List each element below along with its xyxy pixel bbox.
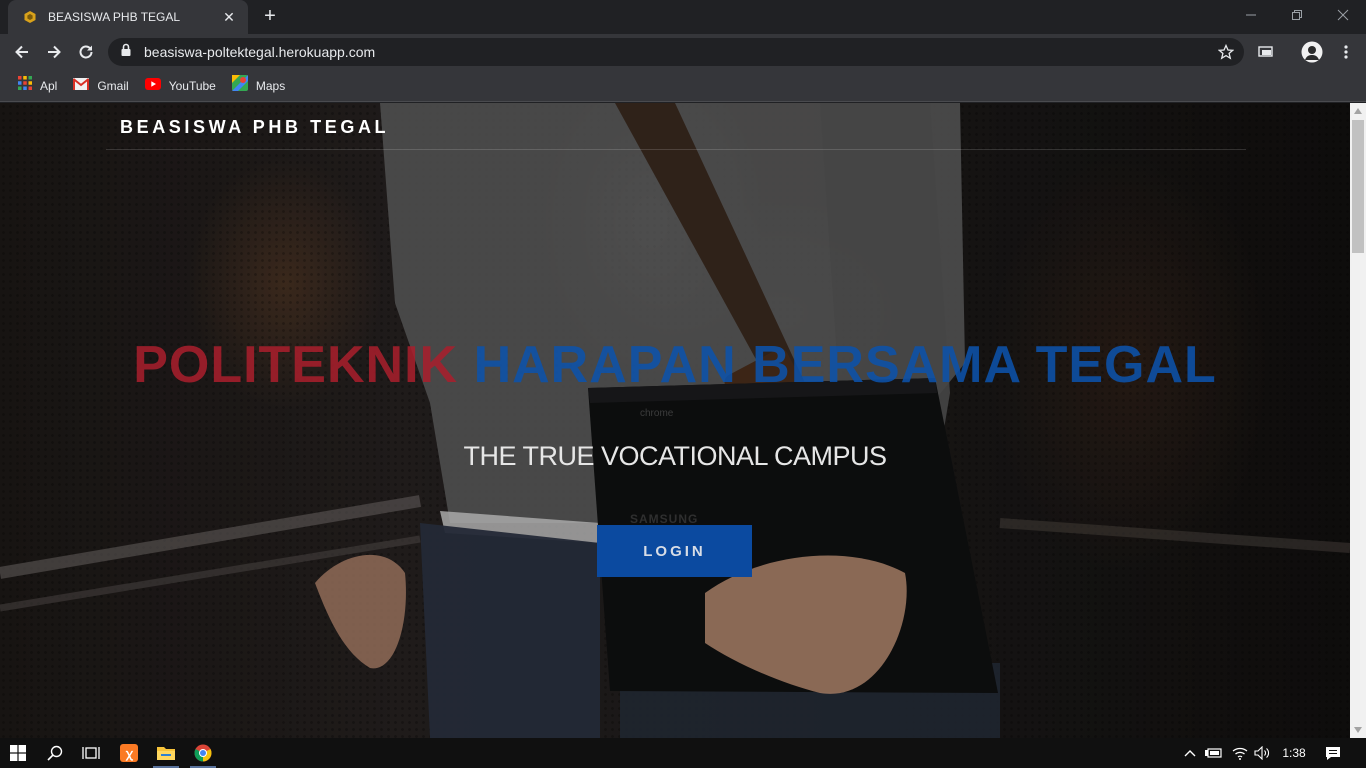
notification-icon[interactable] bbox=[1318, 738, 1348, 768]
chrome-icon[interactable] bbox=[186, 738, 220, 768]
url-text[interactable]: beasiswa-poltektegal.herokuapp.com bbox=[144, 44, 1212, 60]
file-explorer-icon[interactable] bbox=[149, 738, 183, 768]
minimize-icon[interactable] bbox=[1228, 0, 1274, 30]
headline-part-blue: HARAPAN BERSAMA TEGAL bbox=[473, 336, 1217, 394]
browser-tab[interactable]: BEASISWA PHB TEGAL ✕ bbox=[8, 0, 248, 34]
wifi-icon[interactable] bbox=[1229, 738, 1251, 768]
tab-close-icon[interactable]: ✕ bbox=[220, 9, 238, 26]
tab-strip: BEASISWA PHB TEGAL ✕ + bbox=[0, 0, 1366, 34]
hexagon-favicon-icon bbox=[22, 9, 38, 25]
taskbar-clock[interactable]: 1:38 bbox=[1276, 738, 1312, 768]
hero-tagline: THE TRUE VOCATIONAL CAMPUS bbox=[463, 441, 887, 471]
bookmark-label: Apl bbox=[40, 78, 58, 93]
windows-taskbar: ꭓ 1:38 bbox=[0, 738, 1366, 768]
bookmark-gmail[interactable]: Gmail bbox=[67, 74, 134, 98]
back-arrow-icon[interactable] bbox=[8, 38, 36, 66]
header-divider bbox=[106, 149, 1246, 150]
web-page-hero: chrome SAMSUNG BEASISWA PHB TEGAL POLITE… bbox=[0, 103, 1350, 738]
new-tab-plus-icon[interactable]: + bbox=[258, 6, 282, 28]
headline-part-red: POLITEKNIK bbox=[133, 336, 459, 394]
bookmark-label: Maps bbox=[255, 78, 286, 93]
background-overlay bbox=[0, 103, 1350, 738]
apps-grid-icon bbox=[18, 76, 32, 95]
cast-icon[interactable] bbox=[1252, 38, 1280, 66]
chevron-up-icon[interactable] bbox=[1180, 738, 1200, 768]
restore-icon[interactable] bbox=[1274, 0, 1320, 30]
site-brand[interactable]: BEASISWA PHB TEGAL bbox=[120, 117, 389, 138]
address-bar[interactable]: beasiswa-poltektegal.herokuapp.com bbox=[108, 38, 1244, 66]
search-icon[interactable] bbox=[38, 738, 72, 768]
reload-icon[interactable] bbox=[72, 38, 100, 66]
bookmark-label: Gmail bbox=[97, 78, 129, 93]
tab-title: BEASISWA PHB TEGAL bbox=[48, 10, 181, 24]
chrome-menu-icon[interactable] bbox=[1332, 38, 1360, 66]
profile-avatar[interactable] bbox=[1298, 38, 1326, 66]
scrollbar-thumb[interactable] bbox=[1352, 120, 1364, 253]
login-button[interactable]: LOGIN bbox=[597, 525, 752, 577]
forward-arrow-icon[interactable] bbox=[40, 38, 68, 66]
gmail-icon bbox=[73, 77, 90, 95]
scroll-down-arrow-icon[interactable] bbox=[1350, 722, 1366, 738]
youtube-icon bbox=[144, 77, 161, 95]
bookmark-youtube[interactable]: YouTube bbox=[139, 74, 222, 98]
show-desktop-button[interactable] bbox=[1360, 738, 1366, 768]
lock-icon[interactable] bbox=[120, 43, 132, 62]
task-view-icon[interactable] bbox=[74, 738, 108, 768]
bookmark-apl[interactable]: Apl bbox=[12, 74, 63, 98]
bookmark-maps[interactable]: Maps bbox=[226, 74, 291, 98]
hero-headline: POLITEKNIK HARAPAN BERSAMA TEGAL bbox=[0, 335, 1350, 395]
battery-icon[interactable] bbox=[1203, 738, 1225, 768]
windows-start-icon[interactable] bbox=[0, 738, 36, 768]
browser-toolbar: beasiswa-poltektegal.herokuapp.com bbox=[0, 34, 1366, 70]
bookmark-label: YouTube bbox=[168, 78, 216, 93]
scroll-up-arrow-icon[interactable] bbox=[1350, 103, 1366, 119]
volume-icon[interactable] bbox=[1251, 738, 1273, 768]
xampp-icon[interactable]: ꭓ bbox=[112, 738, 146, 768]
window-close-icon[interactable] bbox=[1320, 0, 1366, 30]
bookmarks-bar: Apl Gmail YouTube Maps bbox=[0, 70, 1366, 102]
maps-icon bbox=[231, 75, 248, 96]
page-scrollbar[interactable] bbox=[1350, 103, 1366, 738]
bookmark-star-icon[interactable] bbox=[1212, 38, 1240, 66]
